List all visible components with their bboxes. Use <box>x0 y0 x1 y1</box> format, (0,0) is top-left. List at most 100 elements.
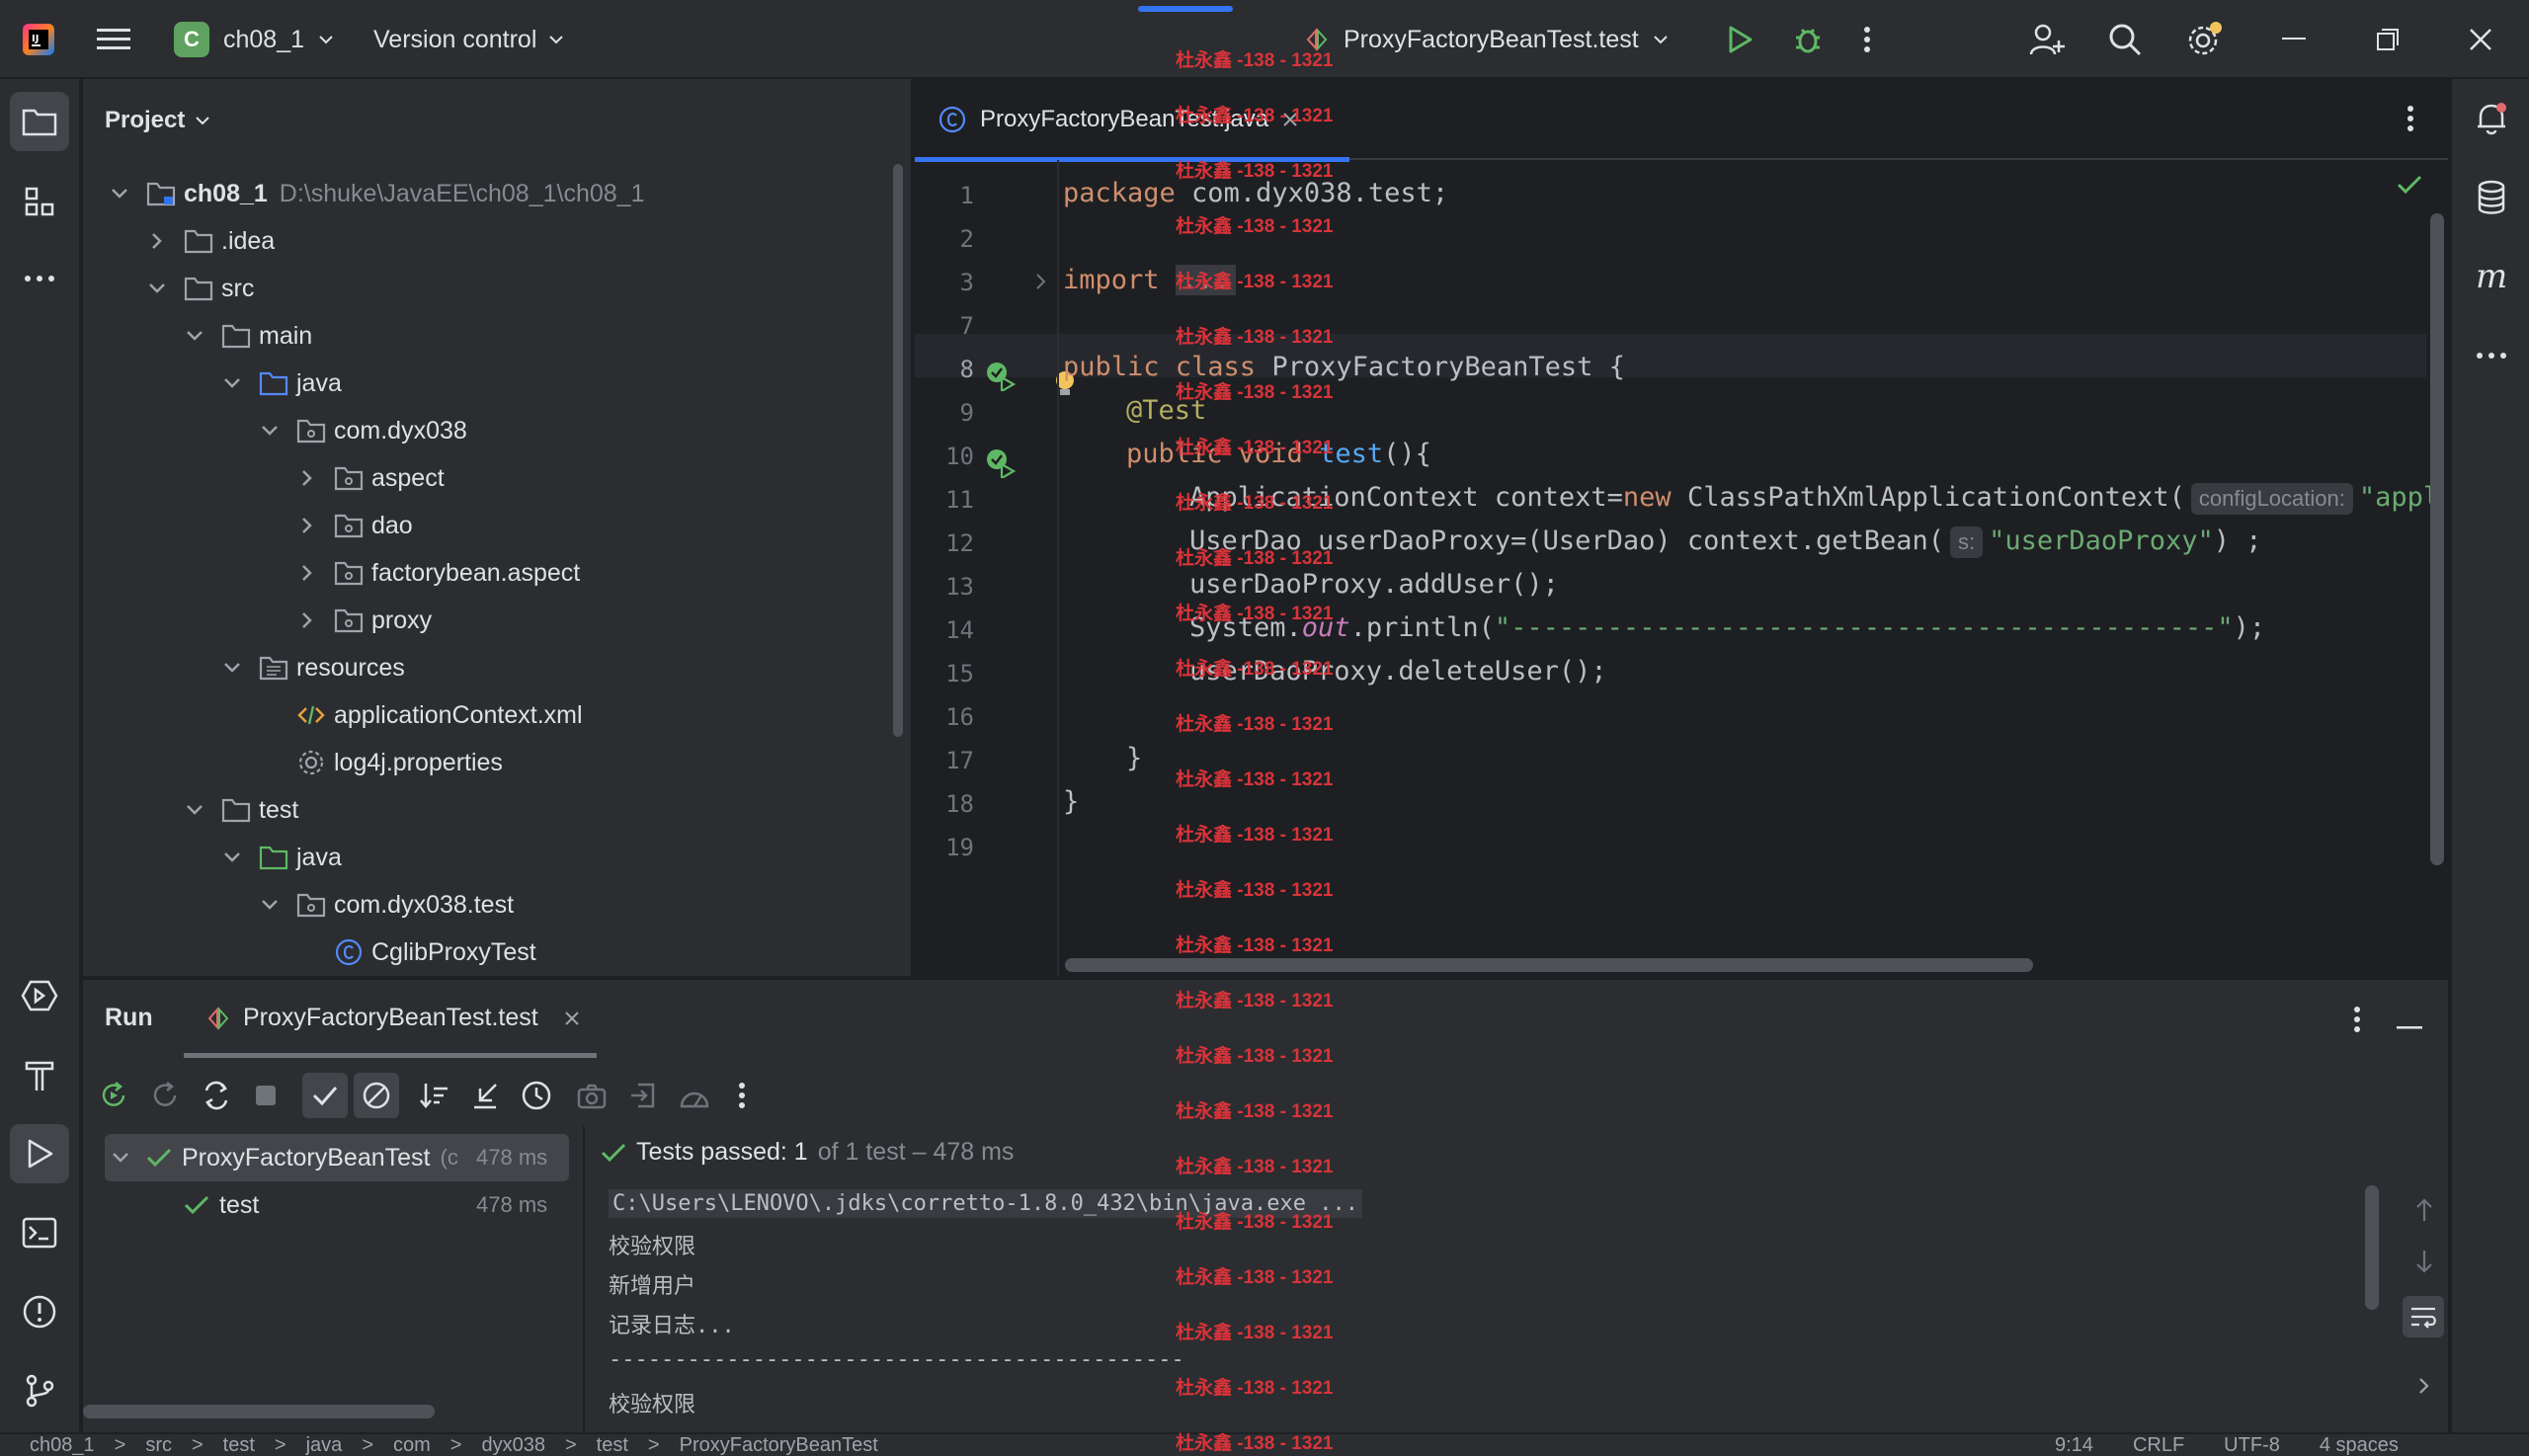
minimize-window-icon[interactable] <box>2282 0 2306 79</box>
no-problems-check-icon[interactable] <box>2397 174 2422 201</box>
show-passed-icon[interactable] <box>302 1073 348 1118</box>
chevron-right-icon[interactable] <box>296 611 318 629</box>
tree-node-package[interactable]: aspect <box>296 454 445 502</box>
project-switcher[interactable]: C ch08_1 <box>174 0 334 79</box>
chevron-down-icon[interactable] <box>259 425 281 437</box>
toggle-auto-test-icon[interactable] <box>194 1073 239 1118</box>
terminal-icon[interactable] <box>10 1203 69 1262</box>
scroll-down-arrow-icon[interactable] <box>2414 1249 2434 1279</box>
editor-more-icon[interactable] <box>2407 105 2414 137</box>
close-tab-icon[interactable] <box>1282 112 1298 127</box>
close-window-icon[interactable] <box>2470 0 2491 79</box>
editor-vertical-scrollbar[interactable] <box>2430 213 2444 865</box>
run-console[interactable]: Tests passed: 1 of 1 test – 478 ms C:\Us… <box>587 1126 2448 1434</box>
run-test-gutter-icon[interactable] <box>986 362 1017 396</box>
soft-wrap-icon[interactable] <box>2403 1296 2444 1337</box>
project-scrollbar[interactable] <box>893 164 903 737</box>
breadcrumb-item[interactable]: src <box>145 1434 172 1456</box>
caret-position[interactable]: 9:14 <box>2055 1434 2093 1456</box>
import-tests-icon[interactable] <box>620 1073 666 1118</box>
debug-bug-icon[interactable] <box>1792 0 1824 79</box>
run-button[interactable] <box>1725 0 1754 79</box>
history-clock-icon[interactable] <box>514 1073 559 1118</box>
add-user-icon[interactable] <box>2029 0 2065 79</box>
breadcrumb-item[interactable]: test <box>223 1434 255 1456</box>
structure-icon[interactable] <box>10 172 69 231</box>
tree-node-package[interactable]: factorybean.aspect <box>296 549 580 597</box>
chevron-right-icon[interactable] <box>296 517 318 534</box>
rerun-failed-icon[interactable] <box>142 1073 188 1118</box>
console-scrollbar[interactable] <box>2365 1185 2379 1310</box>
tree-node-module[interactable]: ch08_1 D:\shuke\JavaEE\ch08_1\ch08_1 <box>109 170 645 217</box>
hide-panel-icon[interactable] <box>2397 1017 2422 1035</box>
tree-node-folder[interactable]: main <box>184 312 312 360</box>
run-config-selector[interactable]: ProxyFactoryBeanTest.test <box>1304 0 1669 79</box>
chevron-down-icon[interactable] <box>221 377 243 389</box>
chevron-down-icon[interactable] <box>221 662 243 674</box>
git-branch-icon[interactable] <box>10 1361 69 1420</box>
services-icon[interactable] <box>10 966 69 1025</box>
more-tools-icon[interactable] <box>10 249 69 308</box>
more-actions-icon[interactable] <box>1863 0 1871 79</box>
more-tools-icon[interactable] <box>2462 326 2521 385</box>
tree-node-package[interactable]: dao <box>296 502 413 549</box>
chevron-right-icon[interactable] <box>296 469 318 487</box>
tree-node-class[interactable]: CglibProxyTest <box>332 929 536 976</box>
version-control-menu[interactable]: Version control <box>373 0 564 79</box>
editor-horizontal-scrollbar[interactable] <box>1065 958 2033 972</box>
scroll-up-arrow-icon[interactable] <box>2414 1197 2434 1228</box>
code-area[interactable]: package com.dyx038.test; import ... publ… <box>1063 160 2446 976</box>
test-suite-row[interactable]: ProxyFactoryBeanTest (c 478 ms <box>109 1134 547 1181</box>
chevron-down-icon[interactable] <box>109 1152 132 1164</box>
chevron-down-icon[interactable] <box>146 283 168 294</box>
indent-setting[interactable]: 4 spaces <box>2320 1434 2399 1456</box>
chevron-down-icon[interactable] <box>221 851 243 863</box>
build-hammer-icon[interactable] <box>10 1045 69 1104</box>
chevron-right-icon[interactable] <box>2418 1377 2430 1400</box>
tree-node-package[interactable]: com.dyx038 <box>259 407 467 454</box>
tree-node-file[interactable]: log4j.properties <box>294 739 503 786</box>
project-panel-header[interactable]: Project <box>105 107 210 134</box>
tree-node-test-root[interactable]: java <box>221 834 342 881</box>
chevron-down-icon[interactable] <box>184 330 205 342</box>
test-case-row[interactable]: test 478 ms <box>184 1181 547 1229</box>
tree-node-file[interactable]: applicationContext.xml <box>294 691 583 739</box>
breadcrumb-item[interactable]: ch08_1 <box>30 1434 95 1456</box>
camera-icon[interactable] <box>569 1073 614 1118</box>
chevron-right-icon[interactable] <box>146 232 168 250</box>
breadcrumb-item[interactable]: dyx038 <box>481 1434 545 1456</box>
main-menu-icon[interactable] <box>97 0 130 79</box>
project-folder-icon[interactable] <box>10 92 69 151</box>
more-actions-icon[interactable] <box>719 1073 765 1118</box>
run-test-gutter-icon[interactable] <box>986 448 1017 483</box>
maven-m-icon[interactable]: m <box>2462 247 2521 306</box>
breadcrumb-item[interactable]: ProxyFactoryBeanTest <box>680 1434 878 1456</box>
run-options-icon[interactable] <box>2353 1006 2361 1038</box>
tree-node-source-root[interactable]: java <box>221 360 342 407</box>
chevron-down-icon[interactable] <box>259 899 281 911</box>
collapse-all-icon[interactable] <box>462 1073 508 1118</box>
chevron-down-icon[interactable] <box>109 188 130 200</box>
fold-chevron-icon[interactable] <box>1035 273 1047 295</box>
breadcrumb-item[interactable]: java <box>306 1434 343 1456</box>
database-icon[interactable] <box>2462 168 2521 227</box>
tree-node-package[interactable]: com.dyx038.test <box>259 881 514 929</box>
chevron-right-icon[interactable] <box>296 564 318 582</box>
tree-node-folder[interactable]: .idea <box>146 217 275 265</box>
chevron-down-icon[interactable] <box>184 804 205 816</box>
tree-node-package[interactable]: proxy <box>296 597 432 644</box>
app-logo-icon[interactable]: IJ <box>22 0 55 79</box>
run-tool-icon[interactable] <box>10 1124 69 1183</box>
tree-node-folder[interactable]: src <box>146 265 254 312</box>
problems-icon[interactable] <box>10 1282 69 1341</box>
run-tab[interactable]: ProxyFactoryBeanTest.test <box>205 1004 580 1032</box>
folded-imports[interactable]: ... <box>1175 265 1236 295</box>
breadcrumb-item[interactable]: com <box>393 1434 431 1456</box>
rerun-icon[interactable] <box>91 1073 136 1118</box>
restore-window-icon[interactable] <box>2377 0 2399 79</box>
sort-icon[interactable] <box>411 1073 456 1118</box>
coverage-icon[interactable] <box>672 1073 717 1118</box>
console-command-line[interactable]: C:\Users\LENOVO\.jdks\corretto-1.8.0_432… <box>609 1189 1362 1218</box>
search-icon[interactable] <box>2108 0 2142 79</box>
test-tree-scrollbar[interactable] <box>83 1405 435 1418</box>
